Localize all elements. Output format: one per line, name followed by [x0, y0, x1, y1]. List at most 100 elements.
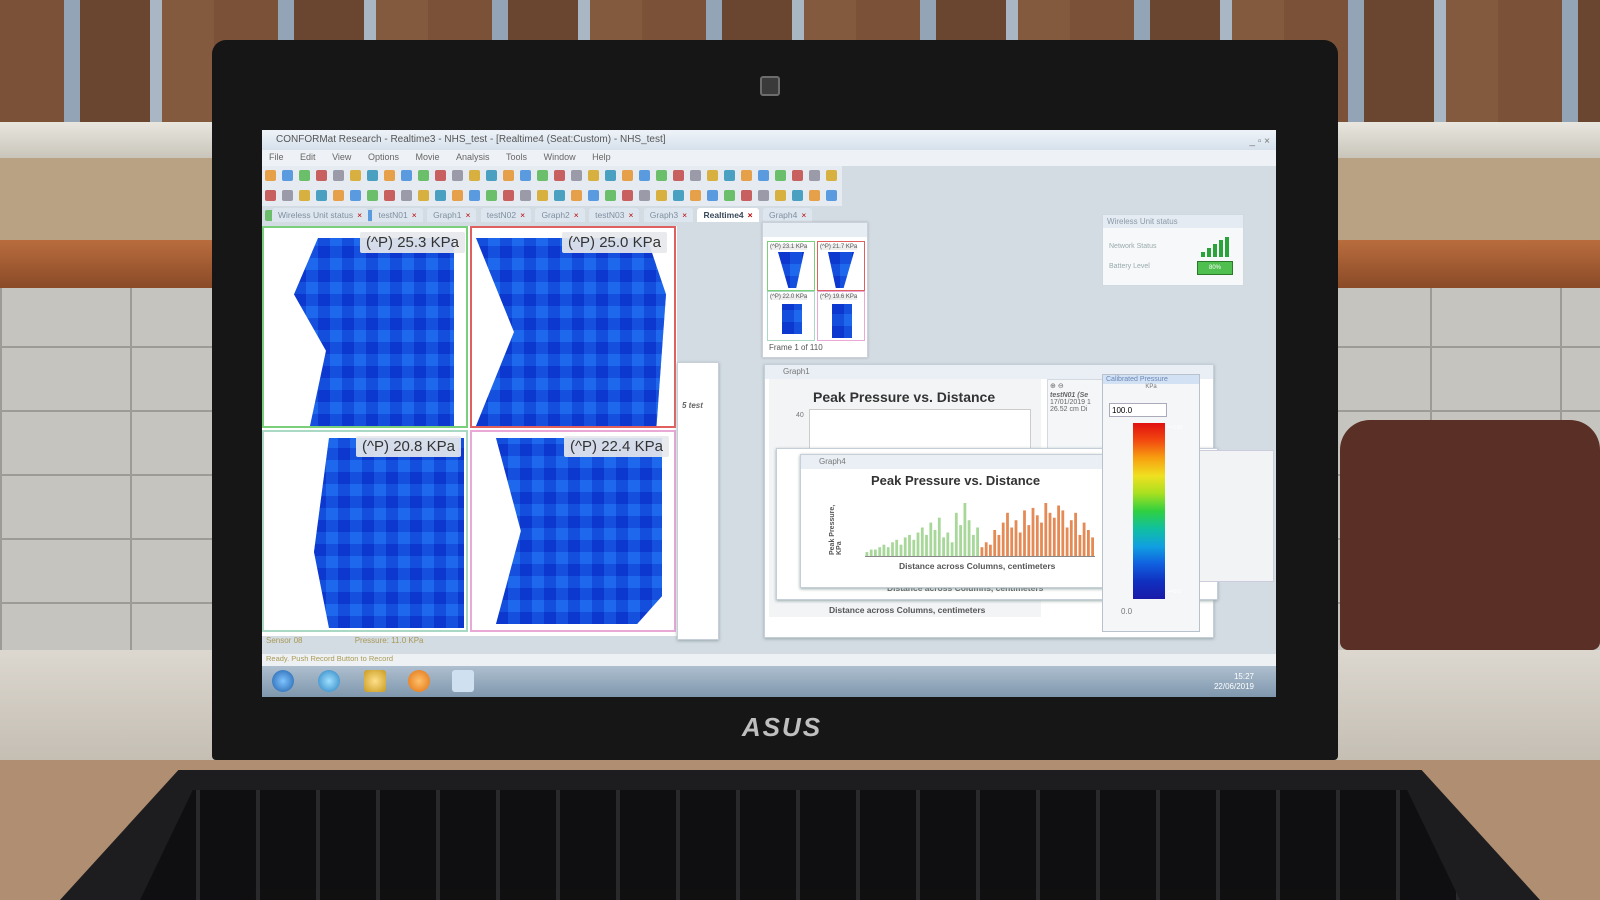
folder-icon[interactable]	[364, 670, 386, 692]
toolbar-button-icon[interactable]	[486, 190, 497, 201]
close-icon[interactable]: ×	[682, 210, 687, 220]
scale-max-input[interactable]	[1109, 403, 1167, 417]
system-clock[interactable]: 15:27 22/06/2019	[1214, 672, 1254, 692]
toolbar-button-icon[interactable]	[520, 190, 531, 201]
toolbar-button-icon[interactable]	[452, 190, 463, 201]
pressure-quadrant-top-left[interactable]: (^P) 25.3 KPa	[262, 226, 468, 428]
toolbar-button-icon[interactable]	[418, 170, 429, 181]
tab-testn01[interactable]: testN01 ×	[372, 208, 423, 222]
toolbar-button-icon[interactable]	[690, 170, 701, 181]
toolbar-button-icon[interactable]	[282, 190, 293, 201]
close-icon[interactable]: ×	[465, 210, 470, 220]
toolbar-button-icon[interactable]	[350, 190, 361, 201]
toolbar-button-icon[interactable]	[656, 190, 667, 201]
toolbar-button-icon[interactable]	[707, 170, 718, 181]
pressure-map-view[interactable]: (^P) 25.3 KPa (^P) 25.0 KPa (^P) 20.8 KP…	[262, 226, 677, 645]
close-icon[interactable]: ×	[574, 210, 579, 220]
toolbar-button-icon[interactable]	[265, 190, 276, 201]
menu-window[interactable]: Window	[537, 150, 583, 164]
background-window[interactable]: 5 test	[677, 362, 719, 640]
toolbar-button-icon[interactable]	[622, 170, 633, 181]
menu-analysis[interactable]: Analysis	[449, 150, 497, 164]
toolbar-button-icon[interactable]	[503, 170, 514, 181]
toolbar-button-icon[interactable]	[282, 170, 293, 181]
toolbar-button-icon[interactable]	[520, 170, 531, 181]
media-player-icon[interactable]	[408, 670, 430, 692]
toolbar-button-icon[interactable]	[469, 190, 480, 201]
pressure-quadrant-top-right[interactable]: (^P) 25.0 KPa	[470, 226, 676, 428]
toolbar-button-icon[interactable]	[673, 170, 684, 181]
toolbar-button-icon[interactable]	[571, 190, 582, 201]
toolbar-button-icon[interactable]	[809, 190, 820, 201]
thumbnail-window[interactable]: (^P) 23.1 KPa (^P) 21.7 KPa (^P) 22.0 KP…	[762, 222, 868, 358]
zoom-in-icon[interactable]: ⊕	[1050, 383, 1056, 390]
toolbar-button-icon[interactable]	[758, 190, 769, 201]
toolbar-button-icon[interactable]	[435, 190, 446, 201]
toolbar-button-icon[interactable]	[299, 170, 310, 181]
toolbar-button-icon[interactable]	[639, 190, 650, 201]
close-icon[interactable]: ×	[801, 210, 806, 220]
toolbar-button-icon[interactable]	[333, 170, 344, 181]
toolbar-button-icon[interactable]	[537, 190, 548, 201]
tab-graph2[interactable]: Graph2 ×	[535, 208, 585, 222]
toolbar-button-icon[interactable]	[775, 170, 786, 181]
toolbar-button-icon[interactable]	[605, 170, 616, 181]
toolbar-button-icon[interactable]	[333, 190, 344, 201]
toolbar-button-icon[interactable]	[316, 170, 327, 181]
toolbar-button-icon[interactable]	[673, 190, 684, 201]
close-icon[interactable]: ×	[748, 210, 753, 220]
tab-testn03[interactable]: testN03 ×	[589, 208, 640, 222]
toolbar-button-icon[interactable]	[724, 170, 735, 181]
tab-graph4[interactable]: Graph4 ×	[763, 208, 813, 222]
pressure-quadrant-bottom-left[interactable]: (^P) 20.8 KPa	[262, 430, 468, 632]
toolbar-button-icon[interactable]	[588, 190, 599, 201]
window-controls[interactable]: _ ▫ ×	[1249, 132, 1270, 152]
toolbar-button-icon[interactable]	[367, 170, 378, 181]
toolbar-button-icon[interactable]	[537, 170, 548, 181]
tab-testn02[interactable]: testN02 ×	[480, 208, 532, 222]
toolbar-button-icon[interactable]	[792, 170, 803, 181]
close-icon[interactable]: ×	[628, 210, 633, 220]
pressure-quadrant-bottom-right[interactable]: (^P) 22.4 KPa	[470, 430, 676, 632]
toolbar-button-icon[interactable]	[571, 170, 582, 181]
toolbar-button-icon[interactable]	[758, 170, 769, 181]
menu-file[interactable]: File	[262, 150, 291, 164]
toolbar-button-icon[interactable]	[707, 190, 718, 201]
thumbnail-titlebar[interactable]	[763, 223, 867, 237]
browser-icon[interactable]	[318, 670, 340, 692]
menu-help[interactable]: Help	[585, 150, 618, 164]
toolbar-button-icon[interactable]	[826, 190, 837, 201]
toolbar-button-icon[interactable]	[792, 190, 803, 201]
toolbar-button-icon[interactable]	[741, 190, 752, 201]
close-icon[interactable]: ×	[412, 210, 417, 220]
toolbar-button-icon[interactable]	[367, 190, 378, 201]
toolbar-button-icon[interactable]	[469, 170, 480, 181]
toolbar-button-icon[interactable]	[384, 170, 395, 181]
background-window-right[interactable]	[1192, 450, 1274, 582]
toolbar-button-icon[interactable]	[724, 190, 735, 201]
menu-options[interactable]: Options	[361, 150, 406, 164]
tab-graph1[interactable]: Graph1 ×	[427, 208, 477, 222]
toolbar-button-icon[interactable]	[452, 170, 463, 181]
graph4-titlebar[interactable]: Graph4	[801, 455, 1105, 469]
toolbar-button-icon[interactable]	[350, 170, 361, 181]
toolbar-button-icon[interactable]	[418, 190, 429, 201]
toolbar-button-icon[interactable]	[486, 170, 497, 181]
toolbar-button-icon[interactable]	[588, 170, 599, 181]
toolbar-button-icon[interactable]	[639, 170, 650, 181]
toolbar-button-icon[interactable]	[656, 170, 667, 181]
toolbar-button-icon[interactable]	[605, 190, 616, 201]
close-icon[interactable]: ×	[357, 210, 362, 220]
menu-view[interactable]: View	[325, 150, 358, 164]
toolbar-button-icon[interactable]	[554, 170, 565, 181]
tab-graph3[interactable]: Graph3 ×	[643, 208, 694, 222]
menu-movie[interactable]: Movie	[408, 150, 446, 164]
window-titlebar[interactable]: CONFORMat Research - Realtime3 - NHS_tes…	[262, 130, 1276, 150]
close-icon[interactable]: ×	[520, 210, 525, 220]
toolbar-button-icon[interactable]	[316, 190, 327, 201]
toolbar-button-icon[interactable]	[435, 170, 446, 181]
toolbar-button-icon[interactable]	[554, 190, 565, 201]
toolbar-button-icon[interactable]	[809, 170, 820, 181]
tab-wireless-unit-status[interactable]: Wireless Unit status ×	[272, 208, 369, 222]
toolbar-button-icon[interactable]	[503, 190, 514, 201]
